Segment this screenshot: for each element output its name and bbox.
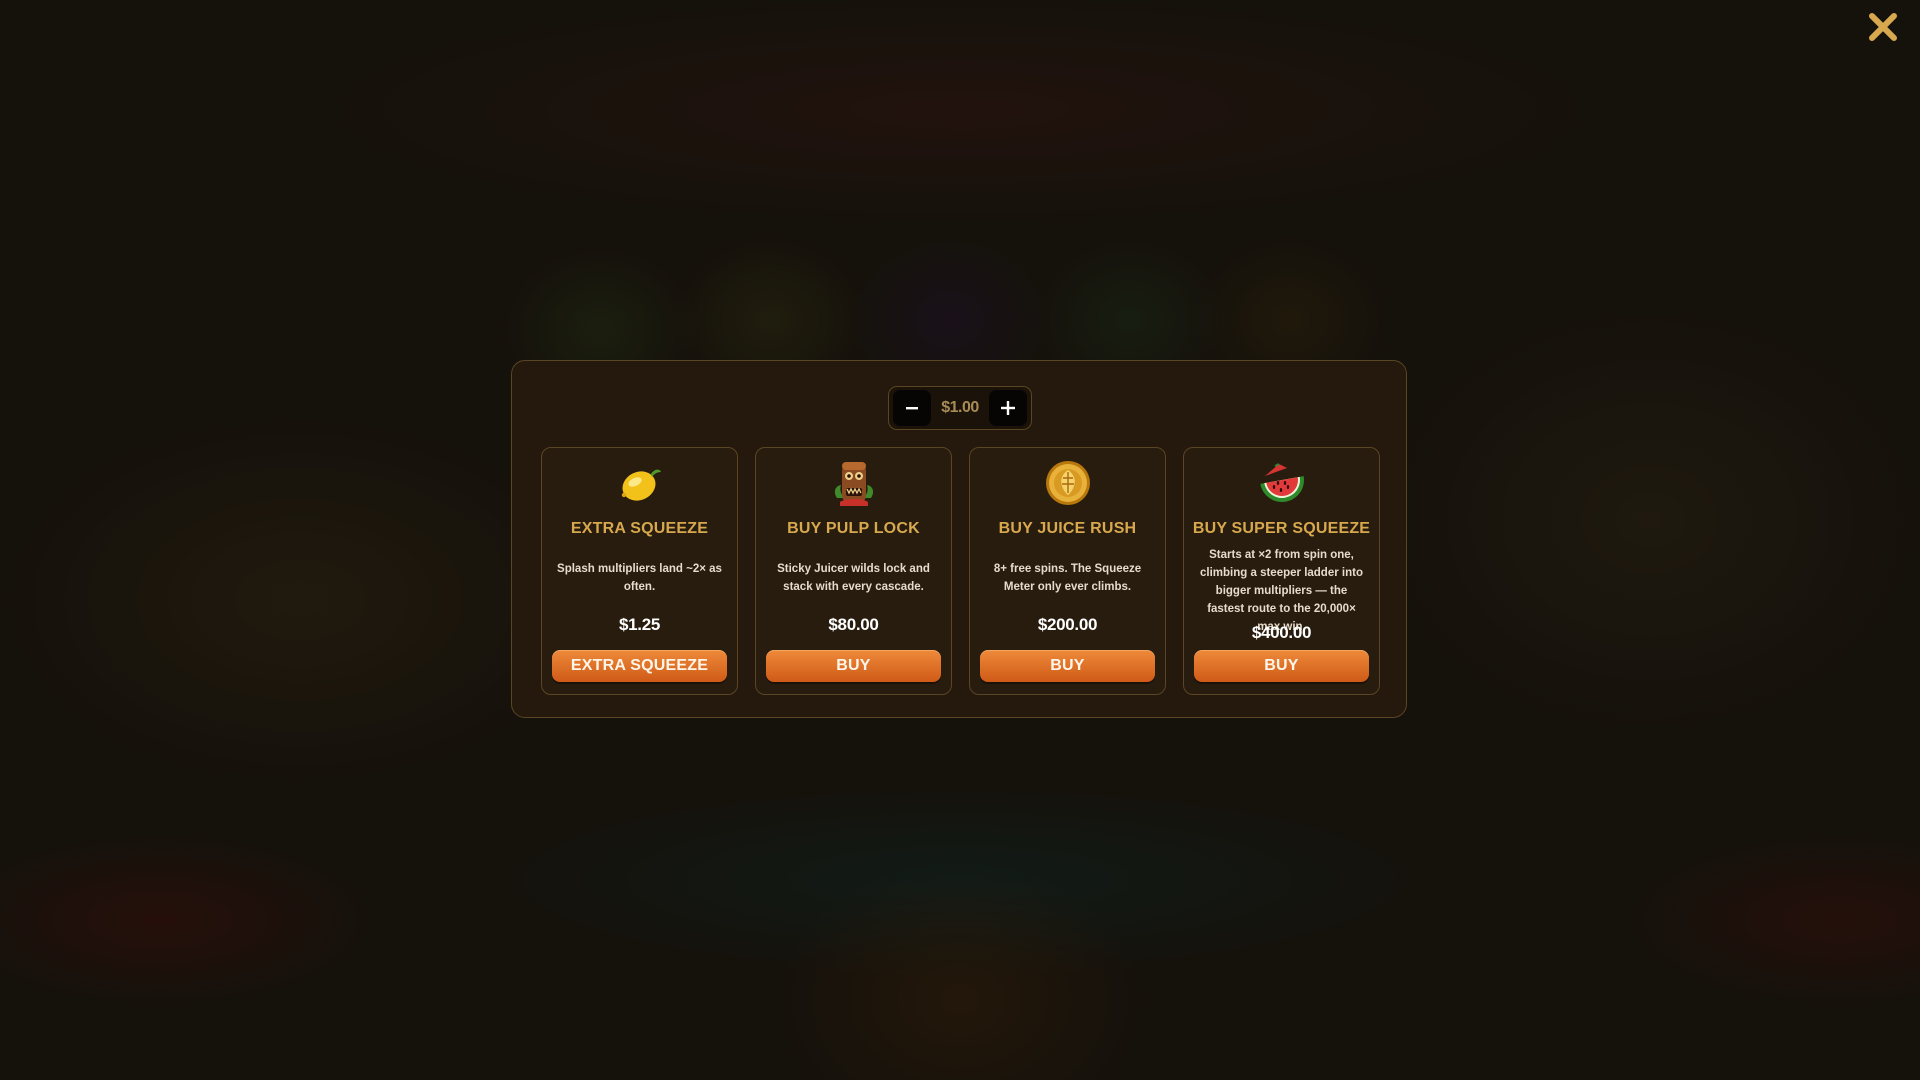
stake-value: $1.00 bbox=[941, 399, 979, 416]
feature-card-juice-rush: BUY JUICE RUSH 8+ free spins. The Squeez… bbox=[969, 447, 1166, 695]
increase-stake-button[interactable] bbox=[988, 390, 1027, 426]
lemon-icon bbox=[621, 469, 661, 501]
card-description: 8+ free spins. The Squeeze Meter only ev… bbox=[993, 563, 1142, 593]
feature-card-pulp-lock: BUY PULP LOCK Sticky Juicer wilds lock a… bbox=[755, 447, 952, 695]
decrease-stake-button[interactable] bbox=[893, 390, 931, 426]
card-title: BUY SUPER SQUEEZE bbox=[1192, 520, 1371, 537]
card-title: EXTRA SQUEEZE bbox=[570, 520, 709, 537]
gold-coin-icon bbox=[1045, 461, 1090, 505]
buy-super-squeeze-button[interactable]: BUY bbox=[1194, 650, 1369, 682]
card-title: BUY PULP LOCK bbox=[787, 520, 920, 537]
feature-cards: EXTRA SQUEEZE Splash multipliers land ~2… bbox=[541, 447, 1380, 695]
stake-selector: $1.00 bbox=[888, 386, 1032, 430]
card-description: Splash multipliers land ~2× as often. bbox=[557, 563, 722, 593]
feature-card-super-squeeze: BUY SUPER SQUEEZE Starts at ×2 from spin… bbox=[1183, 447, 1380, 695]
card-price: $1.25 bbox=[618, 615, 661, 634]
tiki-mask-icon bbox=[834, 462, 873, 506]
card-title: BUY JUICE RUSH bbox=[998, 520, 1137, 537]
plus-icon bbox=[1000, 401, 1015, 415]
card-price: $400.00 bbox=[1251, 623, 1312, 642]
extra-squeeze-button[interactable]: EXTRA SQUEEZE bbox=[552, 650, 727, 682]
buy-pulp-lock-button[interactable]: BUY bbox=[766, 650, 941, 682]
feature-card-extra-squeeze: EXTRA SQUEEZE Splash multipliers land ~2… bbox=[541, 447, 738, 695]
feature-buy-modal: $1.00 EXTRA SQUEEZE Splash multipliers l… bbox=[511, 360, 1407, 718]
buy-juice-rush-button[interactable]: BUY bbox=[980, 650, 1155, 682]
close-button[interactable] bbox=[1866, 10, 1900, 44]
minus-icon bbox=[906, 407, 918, 410]
watermelon-icon bbox=[1259, 463, 1304, 502]
card-description: Sticky Juicer wilds lock and stack with … bbox=[777, 563, 930, 593]
card-price: $80.00 bbox=[828, 615, 879, 634]
card-price: $200.00 bbox=[1037, 615, 1098, 634]
close-icon bbox=[1869, 13, 1897, 41]
